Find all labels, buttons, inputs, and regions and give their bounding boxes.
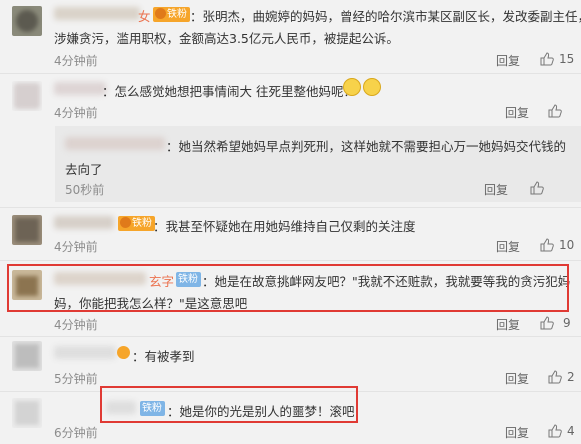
like-count: 10 [559,238,575,252]
like-count: 2 [567,370,575,384]
reply-button[interactable]: 回复 [496,238,520,255]
avatar[interactable] [12,341,42,371]
comment-text: ：我甚至怀疑她在用她妈维持自己仅剩的关注度 [153,219,416,234]
reply-text: ：她当然希望她妈早点判死刑，这样她就不需要担心万一她妈妈交代钱的 [166,139,567,154]
like-count: 9 [563,316,571,330]
thumbs-up-icon[interactable] [548,424,562,438]
thumbs-up-icon[interactable] [530,181,544,195]
username-blurred[interactable] [54,216,114,229]
reply-text-cont: 去向了 [65,162,103,177]
thumbs-up-icon[interactable] [548,370,562,384]
reply-button[interactable]: 回复 [496,316,520,333]
username-blurred[interactable] [54,7,140,20]
comment-text: ：张明杰，曲婉婷的妈妈，曾经的哈尔滨市某区副区长，发改委副主任， [190,9,581,24]
timestamp: 6分钟前 [54,426,98,440]
timestamp: 4分钟前 [54,106,98,120]
divider [0,207,581,208]
divider [0,73,581,74]
thumbs-up-icon[interactable] [548,104,562,118]
comment-text-cont: 涉嫌贪污，滥用职权，金额高达3.5亿元人民币，被提起公诉。 [54,31,399,46]
fan-icon [117,346,130,363]
comment-text: ：有被孝到 [132,349,195,364]
username-blurred[interactable] [54,82,106,95]
username-blurred[interactable] [65,137,165,150]
thumbs-up-icon[interactable] [540,238,554,252]
thumbs-up-icon[interactable] [540,316,554,330]
comment-text: ：怎么感觉她想把事情闹大 往死里整他妈呢？ [102,84,356,99]
timestamp: 5分钟前 [54,372,98,386]
divider [0,336,581,337]
highlight-box [7,264,569,312]
timestamp: 50秒前 [65,183,105,197]
like-count: 4 [567,424,575,438]
username-blurred[interactable] [54,346,116,359]
emoji-icon [343,78,381,100]
avatar[interactable] [12,6,42,36]
fan-badge: 铁粉 [153,7,190,22]
timestamp: 4分钟前 [54,240,98,254]
fan-badge: 铁粉 [118,216,155,231]
avatar[interactable] [12,398,42,428]
timestamp: 4分钟前 [54,54,98,68]
avatar[interactable] [12,81,42,111]
like-count: 15 [559,52,575,66]
divider [0,260,581,261]
highlight-box [100,386,358,423]
thumbs-up-icon[interactable] [540,52,554,66]
reply-button[interactable]: 回复 [505,104,529,121]
username-suffix[interactable]: 女 [138,6,151,25]
timestamp: 4分钟前 [54,318,98,332]
reply-button[interactable]: 回复 [505,424,529,441]
reply-button[interactable]: 回复 [505,370,529,387]
reply-button[interactable]: 回复 [484,181,508,198]
avatar[interactable] [12,215,42,245]
fan-icon [155,8,166,19]
reply-button[interactable]: 回复 [496,52,520,69]
fan-icon [120,217,131,228]
